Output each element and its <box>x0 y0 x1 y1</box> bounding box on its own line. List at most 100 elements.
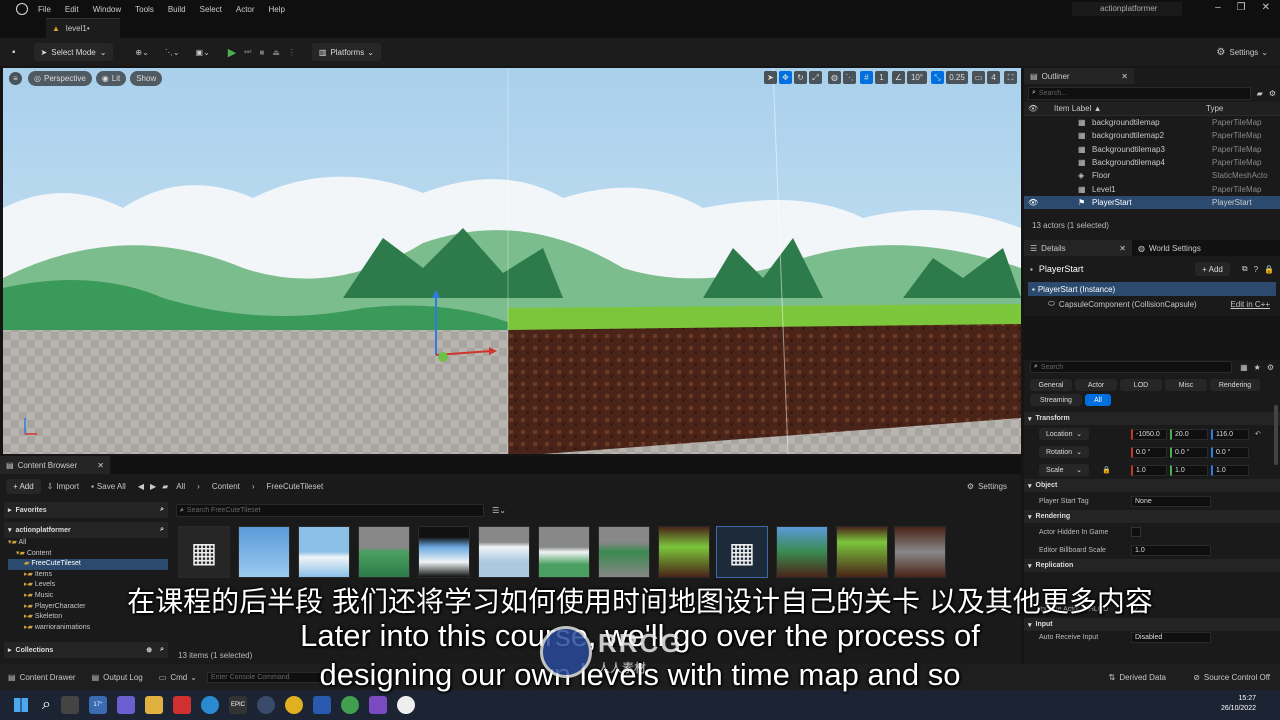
rotation-z-field[interactable]: 0.0 ° <box>1211 446 1249 458</box>
asset-thumbnail[interactable]: ▦ <box>178 526 230 578</box>
select-mode-button[interactable]: ➤ Select Mode ⌄ <box>33 43 114 61</box>
windows-start-icon[interactable] <box>14 698 28 712</box>
asset-thumbnail[interactable] <box>358 526 410 578</box>
outliner-row[interactable]: ▦ backgroundtilemap PaperTileMap <box>1024 116 1280 129</box>
world-settings-tab[interactable]: ◍ World Settings <box>1132 240 1207 256</box>
teams-icon[interactable] <box>116 696 135 714</box>
location-x-field[interactable]: -1050.0 <box>1131 428 1167 440</box>
surface-snap-icon[interactable]: ⋱ <box>843 71 856 84</box>
component-row[interactable]: ⬭ CapsuleComponent (CollisionCapsule) Edi… <box>1024 296 1280 312</box>
filter-misc[interactable]: Misc <box>1165 379 1207 391</box>
level-viewport[interactable]: ≡ ◎ Perspective ◉ Lit Show ➤ ✥ ↻ ⤢ ◍ ⋱ # 1… <box>3 68 1021 454</box>
favorites-header[interactable]: ▸ Favorites ⌕ <box>4 502 168 518</box>
blueprint-icon[interactable]: ⧉ <box>1242 264 1248 274</box>
grid-snap-icon[interactable]: # <box>860 71 873 84</box>
actor-hidden-checkbox[interactable] <box>1131 527 1141 537</box>
project-header[interactable]: ▾ actionplatformer ⌕ <box>4 522 168 538</box>
cb-settings-button[interactable]: ⚙ Settings <box>967 482 1007 491</box>
filter-rendering[interactable]: Rendering <box>1210 379 1260 391</box>
scale-y-field[interactable]: 1.0 <box>1170 464 1208 476</box>
asset-thumbnail[interactable] <box>836 526 888 578</box>
add-component-button[interactable]: + Add <box>1195 262 1230 276</box>
reset-icon[interactable]: ↶ <box>1255 430 1261 438</box>
tree-item[interactable]: ▾▰ All <box>8 538 168 549</box>
perspective-button[interactable]: ◎ Perspective <box>28 71 92 86</box>
star-icon[interactable]: ★ <box>1254 363 1261 372</box>
lock-icon[interactable]: 🔒 <box>1264 265 1274 274</box>
scale-dropdown[interactable]: Scale ⌄ <box>1039 464 1089 476</box>
outliner-row[interactable]: ▦ Backgroundtilemap3 PaperTileMap <box>1024 143 1280 156</box>
app-icon[interactable] <box>172 696 191 714</box>
rotate-tool-icon[interactable]: ↻ <box>794 71 807 84</box>
asset-thumbnail[interactable] <box>298 526 350 578</box>
scale-tool-icon[interactable]: ⤢ <box>809 71 822 84</box>
filter-icon[interactable]: ☰⌄ <box>492 506 506 515</box>
transform-category[interactable]: ▾ Transform <box>1024 412 1280 425</box>
rotation-x-field[interactable]: 0.0 ° <box>1131 446 1167 458</box>
asset-thumbnail[interactable] <box>894 526 946 578</box>
player-start-tag-field[interactable]: None <box>1131 495 1211 507</box>
translate-tool-icon[interactable]: ✥ <box>779 71 792 84</box>
camera-speed-icon[interactable]: ▭ <box>972 71 985 84</box>
filter-general[interactable]: General <box>1030 379 1072 391</box>
asset-thumbnail[interactable] <box>478 526 530 578</box>
filter-actor[interactable]: Actor <box>1075 379 1117 391</box>
back-icon[interactable]: ◀ <box>138 482 144 491</box>
import-button[interactable]: ⇩ Import <box>47 482 79 491</box>
close-icon[interactable]: ✕ <box>1262 2 1270 13</box>
menu-file[interactable]: File <box>38 5 51 14</box>
folder-icon[interactable]: ▰ <box>162 482 168 491</box>
search-icon[interactable]: ⌕ <box>160 526 164 534</box>
asset-thumbnail[interactable] <box>418 526 470 578</box>
asset-thumbnail-selected[interactable]: ▦ <box>716 526 768 578</box>
unreal-logo-icon[interactable] <box>16 3 28 15</box>
instance-row[interactable]: ▪ PlayerStart (Instance) <box>1028 282 1276 296</box>
scale-snap-icon[interactable]: ⤡ <box>931 71 944 84</box>
asset-thumbnail[interactable] <box>776 526 828 578</box>
breadcrumb-freecutetileset[interactable]: FreeCuteTileset <box>267 482 324 491</box>
close-icon[interactable]: ✕ <box>1121 72 1128 81</box>
menu-tools[interactable]: Tools <box>135 5 154 14</box>
settings-icon[interactable]: ⚙ <box>1269 89 1276 98</box>
advance-frame-icon[interactable]: ⏭ <box>244 47 251 57</box>
filter-streaming[interactable]: Streaming <box>1030 394 1082 406</box>
menu-window[interactable]: Window <box>93 5 121 14</box>
cinematics-icon[interactable]: ▣⌄ <box>196 48 210 57</box>
lit-button[interactable]: ◉ Lit <box>95 71 127 86</box>
visibility-icon[interactable]: 👁 <box>1024 198 1078 207</box>
tree-item-selected[interactable]: ▰ FreeCuteTileset <box>8 559 168 570</box>
breadcrumb-content[interactable]: Content <box>212 482 240 491</box>
eject-icon[interactable]: ⏏ <box>272 48 280 57</box>
settings-button[interactable]: ⚙ Settings ⌄ <box>1216 47 1268 58</box>
menu-edit[interactable]: Edit <box>65 5 79 14</box>
scale-snap-value[interactable]: 0.25 <box>946 71 968 84</box>
menu-build[interactable]: Build <box>168 5 186 14</box>
filter-lod[interactable]: LOD <box>1120 379 1162 391</box>
billboard-scale-field[interactable]: 1.0 <box>1131 544 1211 556</box>
cb-search-input[interactable]: ⌕ Search FreeCuteTileset <box>176 504 485 517</box>
location-dropdown[interactable]: Location ⌄ <box>1039 428 1089 440</box>
breadcrumb-all[interactable]: All <box>176 482 185 491</box>
edit-cpp-link[interactable]: Edit in C++ <box>1230 300 1270 309</box>
content-browser-tab[interactable]: ▤ Content Browser ✕ <box>0 456 110 474</box>
settings-icon[interactable]: ⚙ <box>1267 363 1274 372</box>
table-view-icon[interactable]: ▦ <box>1240 363 1248 372</box>
level-tab[interactable]: ▲ level1• <box>46 18 120 38</box>
folder-add-icon[interactable]: ▰ <box>1257 89 1263 98</box>
stop-icon[interactable]: ■ <box>259 48 264 57</box>
platforms-button[interactable]: ▥ Platforms ⌄ <box>311 43 381 61</box>
outliner-row[interactable]: ▦ backgroundtilemap2 PaperTileMap <box>1024 129 1280 142</box>
rotation-y-field[interactable]: 0.0 ° <box>1170 446 1208 458</box>
cb-add-button[interactable]: + Add <box>6 478 41 494</box>
details-tab[interactable]: ☰ Details ✕ <box>1024 240 1132 256</box>
col-type[interactable]: Type <box>1206 104 1223 113</box>
details-search-input[interactable]: ⌕ Search <box>1030 361 1233 373</box>
asset-thumbnail[interactable] <box>598 526 650 578</box>
rotation-dropdown[interactable]: Rotation ⌄ <box>1039 446 1089 458</box>
object-category[interactable]: ▾ Object <box>1024 479 1280 492</box>
file-explorer-icon[interactable] <box>144 696 163 714</box>
camera-speed-value[interactable]: 4 <box>987 71 1000 84</box>
col-item-label[interactable]: Item Label ▲ <box>1054 104 1206 113</box>
word-icon[interactable] <box>312 696 331 714</box>
asset-thumbnail[interactable] <box>538 526 590 578</box>
